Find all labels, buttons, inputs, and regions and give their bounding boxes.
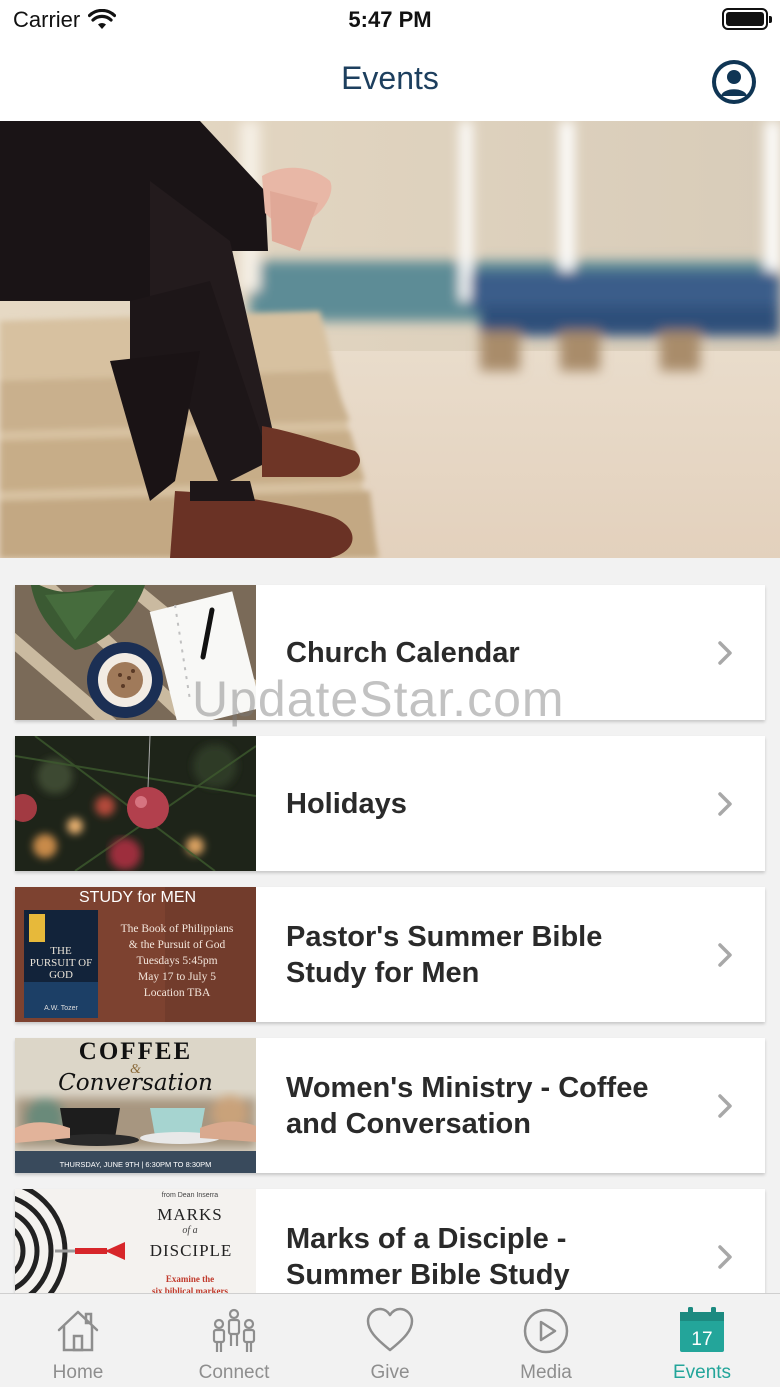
tab-label: Home bbox=[52, 1362, 104, 1383]
list-item[interactable]: COFFEE & Conversation THURSDAY, JUNE 9TH… bbox=[15, 1038, 765, 1173]
nav-bar: Events bbox=[0, 40, 780, 121]
detail-line: & the Pursuit of God bbox=[128, 939, 226, 951]
tab-media[interactable]: Media bbox=[468, 1294, 624, 1387]
book-title: THE PURSUIT OF GOD bbox=[29, 945, 93, 981]
heart-icon bbox=[366, 1307, 414, 1352]
detail-line: May 17 to July 5 bbox=[138, 971, 216, 983]
tab-home[interactable]: Home bbox=[0, 1294, 156, 1387]
thumb-title-1: MARKS bbox=[157, 1205, 223, 1224]
thumb-title-3: DISCIPLE bbox=[149, 1241, 233, 1260]
detail-line: Tuesdays 5:45pm bbox=[136, 955, 218, 967]
event-thumbnail: STUDY for MEN THE PURSUIT OF GOD A.W. To… bbox=[15, 887, 256, 1022]
chevron-right-icon bbox=[718, 791, 732, 816]
thumb-top: from Dean Inserra bbox=[161, 1192, 219, 1199]
event-thumbnail bbox=[15, 585, 256, 720]
profile-button[interactable] bbox=[712, 60, 756, 104]
event-thumbnail: COFFEE & Conversation THURSDAY, JUNE 9TH… bbox=[15, 1038, 256, 1173]
tab-give[interactable]: Give bbox=[312, 1294, 468, 1387]
thumb-sub: Examine the bbox=[165, 1274, 215, 1284]
user-icon bbox=[716, 64, 752, 100]
list-item[interactable]: Church Calendar bbox=[15, 585, 765, 720]
chevron-right-icon bbox=[718, 942, 732, 967]
event-thumbnail bbox=[15, 736, 256, 871]
tab-label: Give bbox=[370, 1362, 410, 1383]
thumb-title-2: of a bbox=[182, 1225, 198, 1236]
thumb-word-2: Conversation bbox=[58, 1070, 213, 1096]
calendar-icon: 17 bbox=[680, 1307, 724, 1352]
thumb-details: The Book of Philippians & the Pursuit of… bbox=[107, 921, 247, 1001]
tab-bar: Home Connect Give Media 17 Events bbox=[0, 1293, 780, 1387]
tab-connect[interactable]: Connect bbox=[156, 1294, 312, 1387]
home-icon bbox=[57, 1310, 99, 1352]
book-author: A.W. Tozer bbox=[44, 1005, 78, 1012]
list-item[interactable]: STUDY for MEN THE PURSUIT OF GOD A.W. To… bbox=[15, 887, 765, 1022]
tab-label: Media bbox=[520, 1362, 572, 1383]
detail-line: Location TBA bbox=[143, 987, 211, 999]
tab-label: Events bbox=[672, 1362, 732, 1383]
status-bar: Carrier 5:47 PM bbox=[0, 0, 780, 40]
events-screen: Carrier 5:47 PM Events Church Calendar H… bbox=[0, 0, 780, 1387]
chevron-right-icon bbox=[718, 1244, 732, 1269]
event-title: Holidays bbox=[286, 787, 407, 820]
tab-label: Connect bbox=[198, 1362, 270, 1383]
people-icon bbox=[212, 1308, 256, 1352]
page-title: Events bbox=[341, 60, 439, 96]
hero-image bbox=[0, 121, 780, 558]
list-item[interactable]: Holidays bbox=[15, 736, 765, 871]
tab-events[interactable]: 17 Events bbox=[624, 1294, 780, 1387]
event-title: Pastor's Summer Bible Study for Men bbox=[286, 920, 603, 989]
events-list: Church Calendar Holidays STUDY for MEN T… bbox=[15, 585, 765, 1340]
event-title: Church Calendar bbox=[286, 636, 520, 669]
thumb-date: THURSDAY, JUNE 9TH | 6:30PM TO 8:30PM bbox=[59, 1160, 212, 1169]
calendar-day: 17 bbox=[691, 1329, 712, 1350]
chevron-right-icon bbox=[718, 1093, 732, 1118]
clock: 5:47 PM bbox=[348, 7, 432, 32]
event-title: Women's Ministry - Coffee and Conversati… bbox=[286, 1071, 649, 1140]
battery-icon bbox=[722, 8, 772, 30]
play-icon bbox=[523, 1308, 569, 1354]
thumb-heading: STUDY for MEN bbox=[79, 889, 197, 906]
detail-line: The Book of Philippians bbox=[120, 923, 234, 935]
chevron-right-icon bbox=[718, 640, 732, 665]
